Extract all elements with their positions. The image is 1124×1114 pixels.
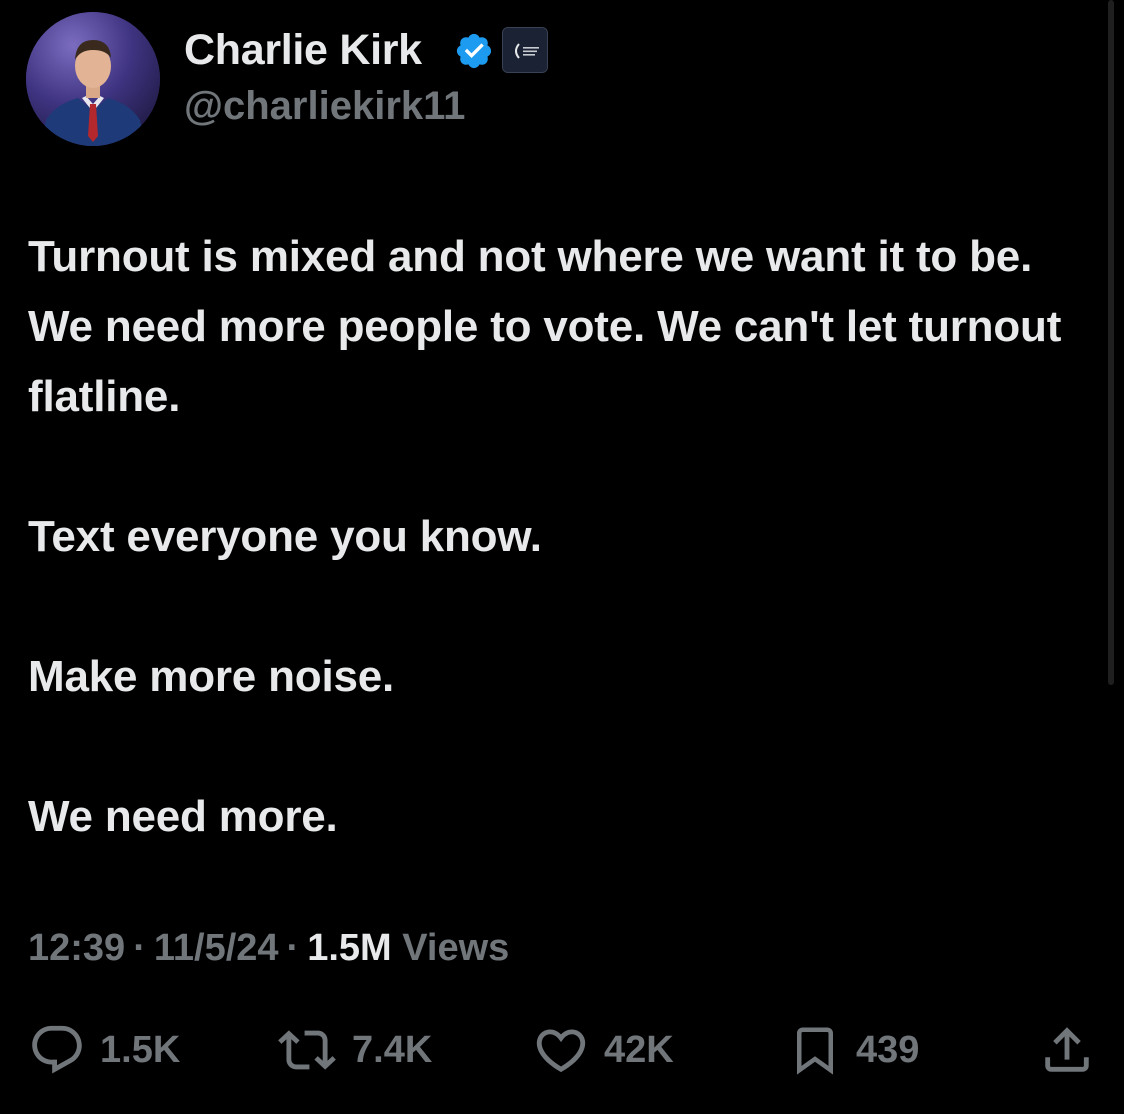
tweet-paragraph: Make more noise. (28, 652, 395, 701)
reply-count: 1.5K (100, 1028, 181, 1071)
tweet-paragraph: Turnout is mixed and not where we want i… (28, 232, 1062, 421)
meta-separator: · (286, 927, 300, 969)
like-button[interactable]: 42K (532, 1020, 674, 1080)
avatar[interactable] (26, 12, 160, 146)
bookmark-icon (797, 1027, 833, 1075)
tweet-paragraph: Text everyone you know. (28, 512, 542, 561)
meta-separator: · (133, 927, 146, 969)
organization-badge-icon[interactable] (502, 27, 548, 73)
share-button[interactable] (1038, 1020, 1096, 1080)
bookmark-button[interactable]: 439 (788, 1020, 919, 1080)
verified-icon[interactable] (454, 31, 494, 71)
scrollbar[interactable] (1108, 0, 1114, 685)
speech-bubble-icon (32, 1025, 82, 1074)
repost-button[interactable]: 7.4K (276, 1020, 432, 1080)
avatar-image (26, 12, 160, 146)
share-upload-icon (1045, 1027, 1089, 1072)
like-count: 42K (604, 1028, 674, 1071)
user-handle[interactable]: @charliekirk11 (184, 82, 465, 130)
repost-count: 7.4K (352, 1028, 433, 1071)
tweet-paragraph: We need more. (28, 792, 338, 841)
views-label[interactable]: Views (402, 927, 509, 969)
reply-button[interactable]: 1.5K (28, 1020, 180, 1080)
tweet-meta: 12:39 · 11/5/24 · 1.5M Views (28, 924, 509, 972)
views-count[interactable]: 1.5M (307, 927, 391, 969)
tweet-card: Charlie Kirk @charliekirk11 Turnout is m… (0, 0, 1124, 1114)
tweet-time[interactable]: 12:39 (28, 927, 125, 969)
bookmark-count: 439 (856, 1028, 920, 1071)
display-name[interactable]: Charlie Kirk (184, 24, 422, 76)
heart-icon (536, 1029, 586, 1073)
repost-arrows-icon (278, 1030, 336, 1070)
tweet-text: Turnout is mixed and not where we want i… (28, 222, 1088, 852)
tweet-date[interactable]: 11/5/24 (154, 927, 279, 969)
